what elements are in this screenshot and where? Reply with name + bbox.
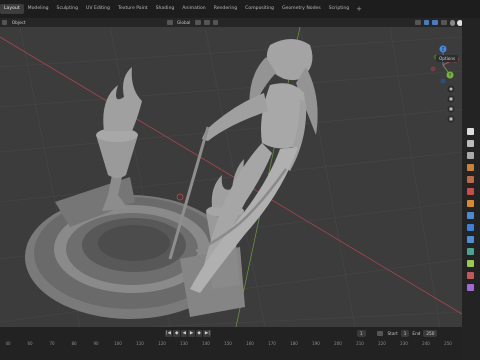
grid-line bbox=[389, 27, 441, 327]
gizmo-z-label: Z bbox=[442, 46, 445, 51]
tab-geometry-nodes[interactable]: Geometry Nodes bbox=[278, 4, 325, 14]
ruler-tick: 170 bbox=[268, 341, 276, 346]
tab-sculpting[interactable]: Sculpting bbox=[53, 4, 82, 14]
timeline-editor: |◀ ◆ ◀ ▶ ◆ ▶| 1 Start 1 End 250 40 60 70… bbox=[0, 327, 462, 360]
overlay-toggle-icon[interactable] bbox=[432, 20, 439, 25]
transform-orientation-dropdown[interactable]: Global bbox=[174, 20, 193, 25]
material-properties-icon[interactable] bbox=[467, 272, 474, 279]
navigation-gizmo[interactable]: X Y Z bbox=[430, 45, 459, 84]
ruler-tick: 70 bbox=[49, 341, 55, 346]
ruler-tick: 150 bbox=[224, 341, 232, 346]
view-layer-icon[interactable] bbox=[467, 164, 474, 171]
jump-end-icon[interactable]: ▶| bbox=[203, 330, 212, 337]
next-keyframe-icon[interactable]: ◆ bbox=[195, 330, 203, 337]
tab-modeling[interactable]: Modeling bbox=[24, 4, 53, 14]
grid-line bbox=[0, 70, 462, 108]
ruler-tick: 180 bbox=[290, 341, 298, 346]
blender-window: Layout Modeling Sculpting UV Editing Tex… bbox=[0, 0, 480, 360]
ruler-tick: 230 bbox=[400, 341, 408, 346]
grid-view-icon[interactable] bbox=[449, 117, 453, 121]
workspace-tab-bar: Layout Modeling Sculpting UV Editing Tex… bbox=[0, 0, 480, 18]
tab-uv-editing[interactable]: UV Editing bbox=[82, 4, 114, 14]
xray-icon[interactable] bbox=[441, 20, 448, 25]
gizmo-y-label: Y bbox=[448, 72, 452, 77]
tab-shading[interactable]: Shading bbox=[152, 4, 179, 14]
ruler-tick: 200 bbox=[334, 341, 342, 346]
end-label: End bbox=[412, 331, 421, 336]
pivot-icon[interactable] bbox=[194, 20, 201, 25]
tab-animation[interactable]: Animation bbox=[178, 4, 209, 14]
ruler-tick: 90 bbox=[93, 341, 99, 346]
ruler-tick: 60 bbox=[27, 341, 33, 346]
world-properties-icon[interactable] bbox=[467, 188, 474, 195]
render-properties-icon[interactable] bbox=[467, 140, 474, 147]
3d-viewport[interactable]: X Y Z Options bbox=[0, 27, 462, 327]
camera-icon[interactable] bbox=[449, 107, 453, 111]
wireframe-shading-icon[interactable] bbox=[449, 19, 456, 26]
3d-cursor bbox=[176, 193, 184, 201]
proportional-edit-icon[interactable] bbox=[212, 20, 219, 25]
gizmo-toggle-icon[interactable] bbox=[423, 20, 430, 25]
start-label: Start bbox=[387, 331, 398, 336]
end-frame-field[interactable]: 250 bbox=[423, 330, 438, 337]
preview-range-icon[interactable] bbox=[377, 331, 384, 336]
playback-controls: |◀ ◆ ◀ ▶ ◆ ▶| 1 Start 1 End 250 bbox=[0, 329, 462, 338]
visibility-icon[interactable] bbox=[414, 20, 421, 25]
tab-scripting[interactable]: Scripting bbox=[325, 4, 353, 14]
editor-type-icon[interactable] bbox=[1, 20, 8, 25]
viewport-nav-buttons bbox=[447, 85, 455, 123]
particles-icon[interactable] bbox=[467, 224, 474, 231]
modifier-wrench-icon[interactable] bbox=[467, 212, 474, 219]
ruler-tick: 80 bbox=[71, 341, 77, 346]
play-icon[interactable]: ▶ bbox=[188, 330, 195, 337]
viewport-canvas: X Y Z bbox=[0, 27, 462, 327]
ruler-tick: 240 bbox=[422, 341, 430, 346]
ruler-tick: 130 bbox=[180, 341, 188, 346]
ruler-tick: 250 bbox=[444, 341, 452, 346]
ruler-tick: 220 bbox=[378, 341, 386, 346]
frame-ruler[interactable]: 40 60 70 80 90 100 110 120 130 140 150 1… bbox=[0, 341, 462, 349]
viewport-header: Object Global bbox=[0, 18, 480, 27]
pan-hand-icon[interactable] bbox=[449, 97, 453, 101]
ruler-tick: 210 bbox=[356, 341, 364, 346]
tab-texture-paint[interactable]: Texture Paint bbox=[114, 4, 152, 14]
current-frame-field[interactable]: 1 bbox=[356, 330, 366, 337]
data-properties-icon[interactable] bbox=[467, 260, 474, 267]
constraints-icon[interactable] bbox=[467, 248, 474, 255]
ruler-tick: 40 bbox=[5, 341, 11, 346]
physics-icon[interactable] bbox=[467, 236, 474, 243]
viewport-options-dropdown[interactable]: Options bbox=[436, 55, 459, 62]
add-workspace-button[interactable]: + bbox=[353, 5, 365, 13]
tab-layout[interactable]: Layout bbox=[0, 4, 24, 14]
scene-properties-icon[interactable] bbox=[467, 176, 474, 183]
start-frame-field[interactable]: 1 bbox=[400, 330, 410, 337]
ruler-tick: 100 bbox=[114, 341, 122, 346]
prev-keyframe-icon[interactable]: ◆ bbox=[173, 330, 180, 337]
ruler-tick: 110 bbox=[136, 341, 144, 346]
jump-start-icon[interactable]: |◀ bbox=[164, 330, 173, 337]
ruler-tick: 190 bbox=[312, 341, 320, 346]
tool-properties-icon[interactable] bbox=[467, 128, 474, 135]
output-properties-icon[interactable] bbox=[467, 152, 474, 159]
ruler-tick: 140 bbox=[202, 341, 210, 346]
object-menu[interactable]: Object bbox=[9, 20, 29, 25]
zoom-icon[interactable] bbox=[449, 87, 453, 91]
tab-rendering[interactable]: Rendering bbox=[210, 4, 241, 14]
orientation-icon bbox=[166, 20, 173, 25]
texture-properties-icon[interactable] bbox=[467, 284, 474, 291]
ruler-tick: 160 bbox=[246, 341, 254, 346]
play-reverse-icon[interactable]: ◀ bbox=[180, 330, 188, 337]
ruler-tick: 120 bbox=[158, 341, 166, 346]
properties-tab-strip bbox=[462, 18, 480, 360]
snap-icon[interactable] bbox=[203, 20, 210, 25]
object-properties-icon[interactable] bbox=[467, 200, 474, 207]
tab-compositing[interactable]: Compositing bbox=[241, 4, 278, 14]
